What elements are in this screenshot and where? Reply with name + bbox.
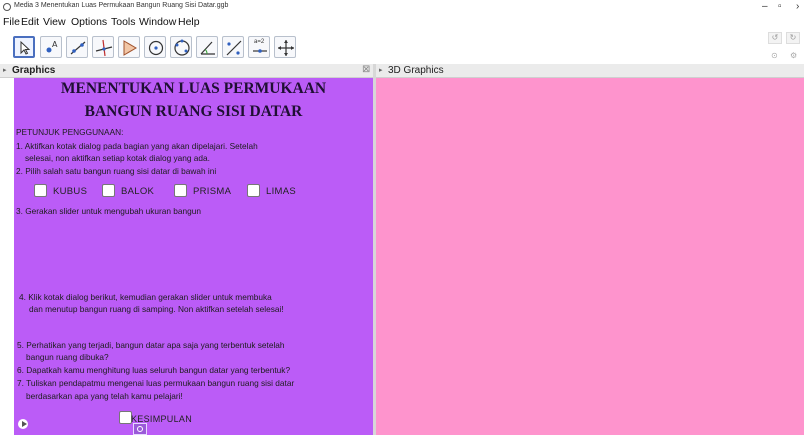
graphics-view[interactable]: MENENTUKAN LUAS PERMUKAAN BANGUN RUANG S… xyxy=(14,78,373,435)
minimize-button[interactable]: – xyxy=(762,1,768,13)
circle-through-points-icon xyxy=(174,39,190,56)
reflect-line-icon xyxy=(226,40,242,56)
page-title-line1: MENENTUKAN LUAS PERMUKAAN xyxy=(60,80,327,97)
checkbox-kubus-label: KUBUS xyxy=(53,186,88,197)
checkbox-limas-label: LIMAS xyxy=(266,186,297,197)
move-tool-button[interactable] xyxy=(13,36,35,58)
close-panel-icon[interactable]: ⊠ xyxy=(362,64,370,75)
reflect-tool-button[interactable] xyxy=(222,36,244,58)
page-title-line2: BANGUN RUANG SISI DATAR xyxy=(84,103,303,120)
menu-window[interactable]: Window xyxy=(139,16,176,28)
graphics3d-view[interactable] xyxy=(376,78,804,435)
polygon-icon xyxy=(123,40,137,56)
graphics-panel-title: Graphics xyxy=(12,65,56,76)
title-bar: Media 3 Menentukan Luas Permukaan Bangun… xyxy=(0,0,804,14)
point-tool-button[interactable]: A xyxy=(40,36,62,58)
help-icon[interactable]: ⊙ xyxy=(771,51,778,60)
move-view-icon xyxy=(278,40,294,56)
checkbox-balok-label: BALOK xyxy=(121,186,155,197)
slider-tool-label: a=2 xyxy=(254,39,265,45)
circle-icon xyxy=(148,40,164,56)
collapse-arrow-icon[interactable]: ▸ xyxy=(379,66,383,74)
instruction-step4: 4. Klik kotak dialog berikut, kemudian g… xyxy=(19,292,272,302)
menu-file[interactable]: File xyxy=(3,16,20,28)
instruction-step5: 5. Perhatikan yang terjadi, bangun datar… xyxy=(17,340,285,350)
menu-options[interactable]: Options xyxy=(71,16,107,28)
left-gutter xyxy=(0,78,14,435)
instructions-heading: PETUNJUK PENGGUNAAN: xyxy=(16,127,124,137)
instruction-step7-cont: berdasarkan apa yang telah kamu pelajari… xyxy=(26,391,183,401)
menu-view[interactable]: View xyxy=(43,16,66,28)
menu-tools[interactable]: Tools xyxy=(111,16,136,28)
menu-help[interactable]: Help xyxy=(178,16,200,28)
instruction-step5-cont: bangun ruang dibuka? xyxy=(26,352,109,362)
line-tool-button[interactable] xyxy=(66,36,88,58)
checkbox-prisma[interactable] xyxy=(174,184,187,197)
angle-tool-button[interactable] xyxy=(196,36,218,58)
circle-tool-button[interactable] xyxy=(144,36,166,58)
instruction-step4-cont: dan menutup bangun ruang di samping. Non… xyxy=(29,304,284,314)
maximize-button[interactable]: ▫ xyxy=(778,1,782,13)
move-view-tool-button[interactable] xyxy=(274,36,296,58)
instruction-step1-cont: selesai, non aktifkan setiap kotak dialo… xyxy=(25,153,210,163)
instruction-step6: 6. Dapatkah kamu menghitung luas seluruh… xyxy=(17,365,291,375)
instruction-step3: 3. Gerakan slider untuk mengubah ukuran … xyxy=(16,206,201,216)
svg-text:A: A xyxy=(52,40,58,49)
circle-three-points-tool-button[interactable] xyxy=(170,36,192,58)
toolbar: A a=2 xyxy=(0,32,804,62)
instruction-step1: 1. Aktifkan kotak dialog pada bagian yan… xyxy=(16,141,258,151)
graphics3d-panel-title: 3D Graphics xyxy=(388,65,444,76)
zoom-button[interactable] xyxy=(133,423,147,435)
checkbox-prisma-label: PRISMA xyxy=(193,186,232,197)
close-button[interactable]: › xyxy=(796,1,799,13)
graphics-panel-header[interactable]: ▸ Graphics ⊠ xyxy=(0,64,373,78)
gear-icon[interactable]: ⚙ xyxy=(790,51,797,60)
line-icon xyxy=(70,41,86,55)
instruction-step2: 2. Pilih salah satu bangun ruang sisi da… xyxy=(16,166,217,176)
geogebra-app-icon xyxy=(3,3,11,11)
arrow-cursor-icon xyxy=(20,40,31,55)
instruction-step7: 7. Tuliskan pendapatmu mengenai luas per… xyxy=(17,378,295,388)
polygon-tool-button[interactable] xyxy=(118,36,140,58)
play-animation-button[interactable] xyxy=(18,419,28,429)
undo-button[interactable]: ↺ xyxy=(768,32,782,44)
point-icon: A xyxy=(46,40,58,53)
graphics3d-panel-header[interactable]: ▸ 3D Graphics xyxy=(376,64,804,78)
slider-tool-button[interactable]: a=2 xyxy=(248,36,270,58)
menu-edit[interactable]: Edit xyxy=(21,16,39,28)
checkbox-balok[interactable] xyxy=(102,184,115,197)
perpendicular-tool-button[interactable] xyxy=(92,36,114,58)
collapse-arrow-icon[interactable]: ▸ xyxy=(3,66,7,74)
window-title: Media 3 Menentukan Luas Permukaan Bangun… xyxy=(14,2,229,9)
angle-icon xyxy=(200,41,215,55)
checkbox-kubus[interactable] xyxy=(34,184,47,197)
perpendicular-line-icon xyxy=(95,39,113,57)
menu-bar: File Edit View Options Tools Window Help xyxy=(0,14,804,30)
checkbox-limas[interactable] xyxy=(247,184,260,197)
redo-button[interactable]: ↻ xyxy=(786,32,800,44)
magnifier-icon xyxy=(137,426,143,432)
